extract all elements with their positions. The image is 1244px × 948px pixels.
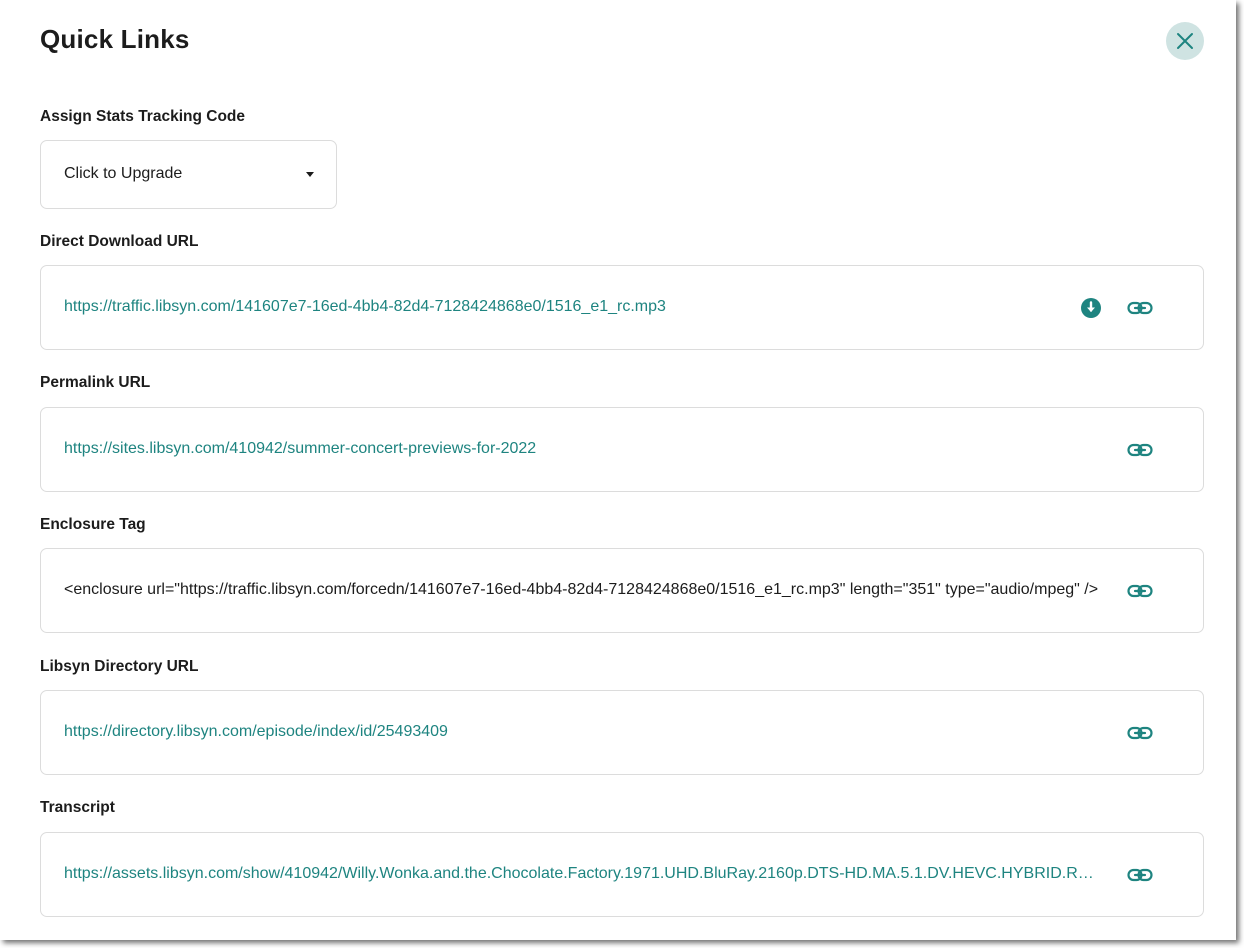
enclosure-tag-field: <enclosure url="https://traffic.libsyn.c… bbox=[40, 548, 1204, 633]
directory-url[interactable]: https://directory.libsyn.com/episode/ind… bbox=[64, 723, 1104, 741]
download-button[interactable] bbox=[1078, 296, 1104, 320]
copy-directory-url-button[interactable] bbox=[1127, 721, 1153, 745]
modal-title: Quick Links bbox=[40, 24, 190, 54]
link-icon bbox=[1127, 584, 1153, 598]
link-icon bbox=[1127, 868, 1153, 882]
transcript-field: https://assets.libsyn.com/show/410942/Wi… bbox=[40, 832, 1204, 917]
link-icon bbox=[1127, 443, 1153, 457]
direct-download-label: Direct Download URL bbox=[40, 233, 199, 250]
download-icon bbox=[1081, 298, 1101, 318]
link-icon bbox=[1127, 726, 1153, 740]
tracking-code-selected-value: Click to Upgrade bbox=[64, 165, 183, 182]
permalink-field: https://sites.libsyn.com/410942/summer-c… bbox=[40, 407, 1204, 492]
tracking-code-select[interactable]: Click to Upgrade bbox=[40, 140, 337, 209]
link-icon bbox=[1127, 301, 1153, 315]
transcript-url[interactable]: https://assets.libsyn.com/show/410942/Wi… bbox=[64, 865, 1104, 883]
transcript-label: Transcript bbox=[40, 799, 115, 816]
permalink-label: Permalink URL bbox=[40, 374, 151, 391]
copy-direct-download-button[interactable] bbox=[1127, 296, 1153, 320]
enclosure-tag-label: Enclosure Tag bbox=[40, 516, 146, 533]
close-button[interactable] bbox=[1166, 22, 1204, 60]
tracking-code-label: Assign Stats Tracking Code bbox=[40, 108, 245, 125]
direct-download-url[interactable]: https://traffic.libsyn.com/141607e7-16ed… bbox=[64, 298, 1104, 316]
permalink-url[interactable]: https://sites.libsyn.com/410942/summer-c… bbox=[64, 440, 1104, 458]
quick-links-modal: Quick Links Assign Stats Tracking Code C… bbox=[0, 0, 1236, 940]
directory-url-field: https://directory.libsyn.com/episode/ind… bbox=[40, 690, 1204, 775]
copy-enclosure-tag-button[interactable] bbox=[1127, 579, 1153, 603]
caret-down-icon bbox=[306, 172, 314, 177]
directory-url-label: Libsyn Directory URL bbox=[40, 658, 199, 675]
enclosure-tag-value: <enclosure url="https://traffic.libsyn.c… bbox=[64, 581, 1099, 598]
copy-transcript-button[interactable] bbox=[1127, 863, 1153, 887]
copy-permalink-button[interactable] bbox=[1127, 438, 1153, 462]
close-icon bbox=[1177, 33, 1193, 49]
direct-download-field: https://traffic.libsyn.com/141607e7-16ed… bbox=[40, 265, 1204, 350]
